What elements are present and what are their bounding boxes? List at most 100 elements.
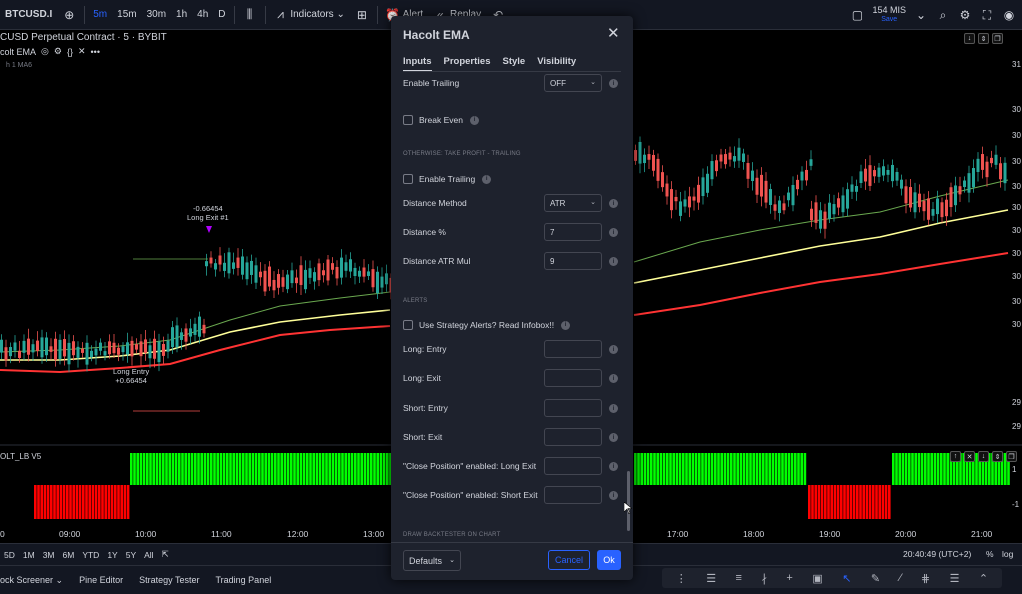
tab-inputs[interactable]: Inputs — [403, 56, 432, 72]
indicators-button[interactable]: ⩘ Indicators ⌄ — [269, 0, 350, 30]
arrow-down-icon[interactable]: ↓ — [978, 451, 989, 462]
gear-icon[interactable]: ⚙ — [958, 8, 972, 22]
range-3m[interactable]: 3M — [39, 550, 59, 560]
short-exit-input[interactable] — [544, 428, 602, 446]
distance-method-select[interactable]: ATR ⌄ — [544, 194, 602, 212]
interval-d[interactable]: D — [213, 0, 230, 30]
enable-trailing-checkbox[interactable] — [403, 174, 413, 184]
collapse-icon[interactable]: ⇕ — [978, 33, 989, 44]
source-code-icon[interactable]: {} — [67, 47, 73, 57]
percent-scale-toggle[interactable]: % — [986, 549, 994, 559]
defaults-button[interactable]: Defaults ⌄ — [403, 550, 461, 571]
info-icon[interactable]: i — [482, 174, 492, 184]
interval-4h[interactable]: 4h — [192, 0, 213, 30]
camera-icon[interactable]: ◉ — [1002, 8, 1016, 22]
rectangle-icon[interactable]: ▣ — [812, 572, 822, 585]
break-even-checkbox[interactable] — [403, 115, 413, 125]
oscillator-bar — [884, 485, 888, 519]
distance-pct-input[interactable]: 7 — [544, 223, 602, 241]
crosshair-icon[interactable]: + — [786, 572, 792, 584]
close-icon[interactable]: ✕ — [78, 46, 86, 57]
arrow-down-icon[interactable]: ↓ — [964, 33, 975, 44]
more-icon[interactable]: ••• — [91, 47, 100, 57]
info-icon[interactable]: i — [609, 404, 618, 413]
chevron-down-icon[interactable]: ⌄ — [914, 8, 928, 22]
restore-icon[interactable]: ❐ — [1006, 451, 1017, 462]
tab-properties[interactable]: Properties — [444, 56, 491, 72]
chart-type-button[interactable]: ⫼ — [238, 0, 262, 30]
timezone-clock[interactable]: 20:40:49 (UTC+2) — [903, 549, 971, 559]
brush-icon[interactable]: ✎ — [871, 572, 880, 585]
range-all[interactable]: All — [140, 550, 157, 560]
oscillator-bar — [872, 485, 875, 519]
goto-date-icon[interactable]: ⇱ — [158, 549, 173, 560]
collapse-icon[interactable]: ⇕ — [992, 451, 1003, 462]
info-icon[interactable]: i — [609, 257, 618, 266]
tab-trading-panel[interactable]: Trading Panel — [208, 575, 280, 585]
close-icon[interactable]: ✕ — [607, 26, 620, 41]
info-icon[interactable]: i — [609, 345, 618, 354]
use-alerts-checkbox[interactable] — [403, 320, 413, 330]
patterns-icon[interactable]: ≡ — [736, 572, 742, 584]
search-icon[interactable]: ⌕ — [936, 8, 950, 22]
info-icon[interactable]: i — [609, 462, 618, 471]
layout-icon[interactable]: ▢ — [850, 8, 864, 22]
close-long-input[interactable] — [544, 457, 602, 475]
tab-visibility[interactable]: Visibility — [537, 56, 576, 72]
interval-15m[interactable]: 15m — [112, 0, 141, 30]
info-icon[interactable]: i — [609, 79, 618, 88]
info-icon[interactable]: i — [609, 199, 618, 208]
enable-trailing-row[interactable]: Enable Trailing i — [403, 170, 621, 188]
info-icon[interactable]: i — [609, 228, 618, 237]
pitchfork-icon[interactable]: ⋕ — [921, 572, 930, 585]
interval-5m[interactable]: 5m — [88, 0, 112, 30]
templates-button[interactable]: ⊞ — [350, 0, 374, 30]
enable-trailing-select[interactable]: OFF ⌄ — [544, 74, 602, 92]
eye-icon[interactable]: ◎ — [41, 46, 49, 57]
cursor-icon[interactable]: ↖ — [842, 572, 851, 585]
tab-pine-editor[interactable]: Pine Editor — [71, 575, 131, 585]
close-icon[interactable]: ✕ — [964, 451, 975, 462]
range-6m[interactable]: 6M — [59, 550, 79, 560]
dialog-scrollbar[interactable] — [627, 471, 630, 531]
ray-icon[interactable]: ⁄ — [900, 572, 902, 584]
arrow-up-icon[interactable]: ↑ — [950, 451, 961, 462]
gear-icon[interactable]: ⚙ — [54, 46, 62, 57]
fib-icon[interactable]: ☰ — [706, 572, 716, 585]
dialog-inputs-body[interactable]: Enable Trailing OFF ⌄ i Break Even i OTHE… — [391, 72, 633, 546]
use-alerts-row[interactable]: Use Strategy Alerts? Read Infobox!! i — [403, 316, 621, 334]
info-icon[interactable]: i — [561, 320, 571, 330]
tab-strategy-tester[interactable]: Strategy Tester — [131, 575, 207, 585]
fullscreen-icon[interactable]: ⛶ — [980, 8, 994, 22]
long-exit-input[interactable] — [544, 369, 602, 387]
interval-1h[interactable]: 1h — [171, 0, 192, 30]
range-5d[interactable]: 5D — [0, 550, 19, 560]
info-icon[interactable]: i — [609, 433, 618, 442]
short-entry-input[interactable] — [544, 399, 602, 417]
distance-atr-input[interactable]: 9 — [544, 252, 602, 270]
text-lines-icon[interactable]: ☰ — [950, 572, 960, 585]
range-ytd[interactable]: YTD — [78, 550, 103, 560]
interval-30m[interactable]: 30m — [142, 0, 171, 30]
symbol-search-button[interactable]: BTCUSD.I — [0, 0, 57, 30]
range-1m[interactable]: 1M — [19, 550, 39, 560]
tab-stock-screener[interactable]: ock Screener ⌄ — [0, 575, 71, 586]
long-entry-input[interactable] — [544, 340, 602, 358]
chevron-up-icon[interactable]: ⌃ — [979, 572, 988, 585]
info-icon[interactable]: i — [609, 491, 618, 500]
tab-style[interactable]: Style — [503, 56, 526, 72]
log-scale-toggle[interactable]: log — [1002, 549, 1013, 559]
compare-symbol-button[interactable]: ⊕ — [57, 0, 81, 30]
info-icon[interactable]: i — [609, 374, 618, 383]
range-1y[interactable]: 1Y — [103, 550, 121, 560]
cancel-button[interactable]: Cancel — [548, 550, 590, 570]
save-layout-button[interactable]: 154 MIS Save — [872, 6, 906, 24]
close-short-input[interactable] — [544, 486, 602, 504]
restore-icon[interactable]: ❐ — [992, 33, 1003, 44]
vertical-line-icon[interactable]: ∤ — [761, 572, 767, 585]
break-even-row[interactable]: Break Even i — [403, 111, 621, 129]
trend-lines-icon[interactable]: ⋮ — [676, 572, 687, 585]
range-5y[interactable]: 5Y — [122, 550, 140, 560]
info-icon[interactable]: i — [469, 115, 479, 125]
ok-button[interactable]: Ok — [597, 550, 621, 570]
